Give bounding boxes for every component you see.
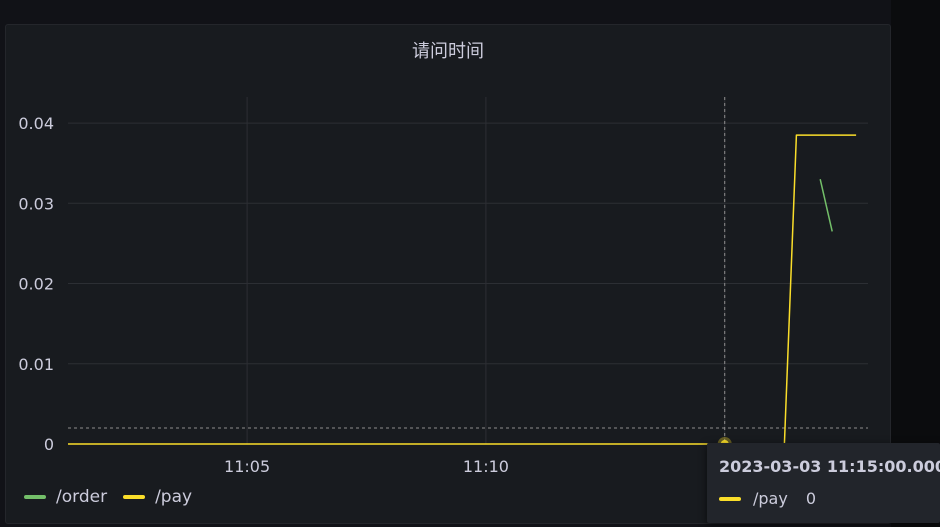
grid <box>68 97 868 445</box>
tooltip-timestamp: 2023-03-03 11:15:00.000 <box>719 457 940 476</box>
y-tick-label: 0.01 <box>18 355 54 374</box>
legend-swatch-order <box>24 495 46 499</box>
series-line-order <box>819 179 833 232</box>
tooltip-series-value: 0 <box>805 489 817 508</box>
y-tick-label: 0 <box>44 435 54 454</box>
tooltip-swatch-pay <box>719 496 741 501</box>
hover-tooltip: 2023-03-03 11:15:00.000 /pay 0 <box>707 443 940 523</box>
x-tick-label: 11:05 <box>224 457 270 476</box>
y-tick-label: 0.03 <box>18 194 54 213</box>
y-tick-label: 0.02 <box>18 275 54 294</box>
series-lines <box>68 134 857 445</box>
legend-swatch-pay <box>123 495 146 499</box>
y-tick-label: 0.04 <box>18 114 54 133</box>
series-line-pay <box>68 134 857 445</box>
legend: /order /pay <box>24 487 192 507</box>
y-axis: 0 0.01 0.02 0.03 0.04 <box>18 114 54 454</box>
legend-item-order[interactable]: /order <box>24 487 107 507</box>
legend-item-pay[interactable]: /pay <box>123 487 192 507</box>
x-axis: 11:0511:1011:1 <box>224 457 743 476</box>
tooltip-series-name: /pay <box>753 489 788 508</box>
x-tick-label: 11:10 <box>463 457 509 476</box>
tooltip-series-row: /pay 0 <box>719 489 928 508</box>
legend-label-pay: /pay <box>155 487 193 507</box>
legend-label-order: /order <box>56 487 108 507</box>
